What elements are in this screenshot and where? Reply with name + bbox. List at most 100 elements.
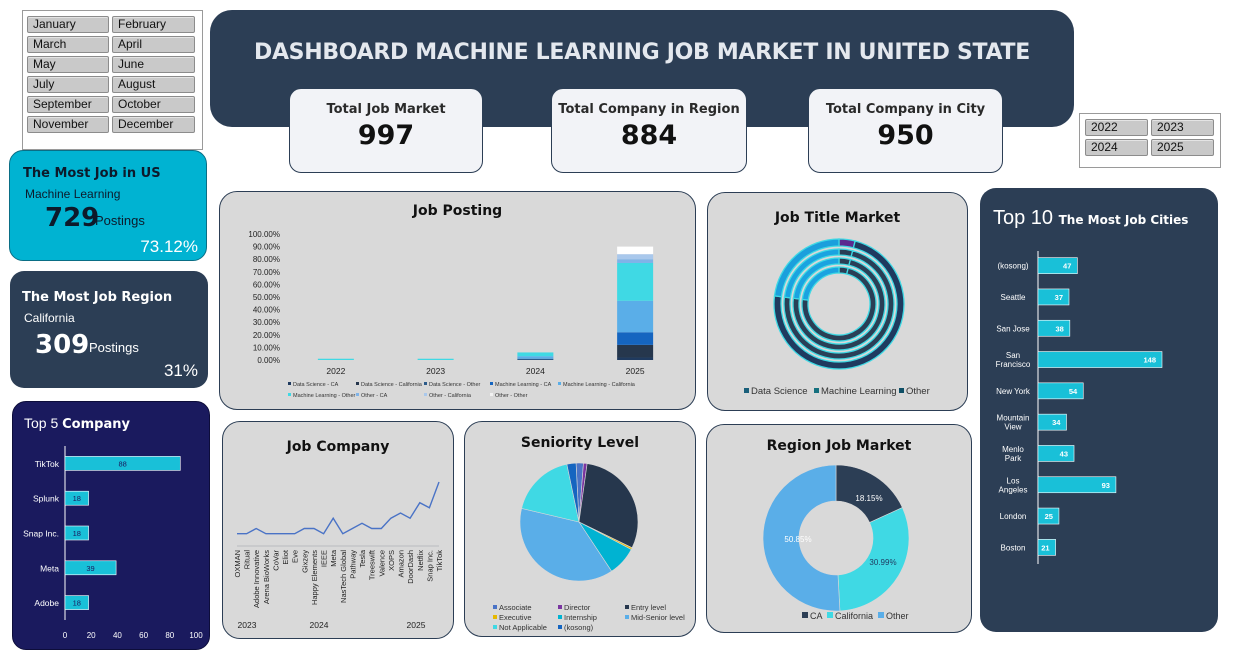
- legend-label: CA: [810, 611, 823, 621]
- category-label: Adobe: [34, 598, 59, 608]
- legend-label: Machine Learning - CA: [495, 382, 552, 388]
- year-option-2022[interactable]: 2022: [1085, 119, 1148, 136]
- legend-label: Machine Learning: [821, 386, 897, 397]
- card-title: The Most Job in US: [23, 166, 161, 181]
- bar-segment-other-california: [617, 254, 654, 260]
- category-label: Snap Inc.: [23, 529, 59, 539]
- kpi-total-job-market: Total Job Market 997: [289, 88, 483, 173]
- legend-label: Data Science - CA: [293, 382, 339, 388]
- legend-swatch: [878, 612, 884, 618]
- x-tick-label: TikTok: [435, 550, 444, 572]
- region-market-chart: 18.15% 30.99% 50.85% CA California Other: [762, 464, 910, 621]
- card-unit: Postings: [89, 340, 139, 355]
- month-option-march[interactable]: March: [27, 36, 109, 53]
- x-tick-label: XOPS: [387, 550, 396, 571]
- x-tick-label: Treeswift: [368, 549, 377, 580]
- x-tick-label: Happy Elements: [310, 550, 319, 605]
- legend-swatch: [288, 382, 291, 385]
- job-title-market-chart: Data Science Machine Learning Other: [744, 238, 930, 397]
- month-option-june[interactable]: June: [112, 56, 195, 73]
- x-tick-label: 60: [139, 631, 148, 640]
- kpi-company-city: Total Company in City 950: [808, 88, 1003, 173]
- category-label: Seattle: [1001, 293, 1026, 302]
- x-group-label: 2023: [238, 620, 257, 630]
- x-tick-label: 100: [189, 631, 203, 640]
- year-option-2024[interactable]: 2024: [1085, 139, 1148, 156]
- card-unit: Postings: [95, 213, 145, 228]
- data-label: 34: [1052, 418, 1061, 427]
- bar-segment-machine-learning-california: [517, 356, 554, 359]
- x-tick-label: NasTech Global: [339, 550, 348, 603]
- y-tick-label: 80.00%: [253, 255, 280, 264]
- bar-segment-data-science-california: [617, 344, 654, 358]
- x-tick-label: 2024: [526, 366, 545, 376]
- bar-segment-data-science-ca: [617, 357, 654, 360]
- month-option-november[interactable]: November: [27, 116, 109, 133]
- job-company-panel: Job Company OXMAN Ritual Adobe Innovative A…: [222, 421, 454, 639]
- bar-segment-machine-learning-ca: [617, 332, 654, 345]
- y-tick-label: 90.00%: [253, 243, 280, 252]
- month-option-february[interactable]: February: [112, 16, 195, 33]
- data-label: 50.85%: [784, 535, 811, 544]
- bar-seattle: [1037, 288, 1070, 306]
- data-label: 18: [73, 599, 81, 608]
- top5-company-panel: Top 5 Company TikTok 88 Splunk 18 Snap Inc. 1…: [12, 401, 210, 650]
- data-label: 25: [1045, 512, 1053, 521]
- bar-segment-machine-learning-other: [517, 352, 554, 357]
- x-tick-label: 2025: [626, 366, 645, 376]
- top10-cities-chart: 47 (kosong) 37 Seattle 38 San Jose 148 SanFranc…: [996, 251, 1163, 564]
- x-tick-label: IEEE: [320, 550, 329, 567]
- month-option-october[interactable]: October: [112, 96, 195, 113]
- legend-swatch: [558, 605, 562, 609]
- year-option-2023[interactable]: 2023: [1151, 119, 1214, 136]
- data-label: 37: [1055, 293, 1063, 302]
- legend-label: Data Science - Other: [429, 382, 481, 388]
- legend-label: Machine Learning - Other: [293, 393, 356, 399]
- month-option-january[interactable]: January: [27, 16, 109, 33]
- kpi-value: 884: [620, 120, 678, 151]
- x-tick-label: OXMAN: [233, 550, 242, 578]
- legend-swatch: [558, 615, 562, 619]
- legend-swatch: [288, 393, 291, 396]
- job-company-chart: OXMAN Ritual Adobe Innovative Arena BioWork…: [233, 481, 444, 630]
- legend-swatch: [490, 382, 493, 385]
- category-label: (kosong): [997, 262, 1028, 271]
- legend-label: Other - California: [429, 393, 472, 399]
- x-tick-label: Ritual: [243, 550, 252, 570]
- category-label: Menlo: [1002, 445, 1024, 454]
- month-option-july[interactable]: July: [27, 76, 109, 93]
- line-series: [237, 481, 440, 535]
- bar-segment-machine-learning-other: [417, 358, 454, 360]
- dashboard-title: DASHBOARD MACHINE LEARNING JOB MARKET IN…: [253, 40, 1030, 65]
- y-tick-label: 30.00%: [253, 318, 280, 327]
- legend-label: Mid-Senior level: [631, 613, 685, 622]
- x-tick-label: 80: [165, 631, 174, 640]
- ring-segment-data-science: [838, 238, 856, 249]
- legend-swatch: [814, 388, 819, 393]
- category-label: TikTok: [35, 459, 60, 469]
- bar-segment-other-ca: [617, 259, 654, 263]
- x-tick-label: 40: [113, 631, 122, 640]
- x-tick-label: 2023: [426, 366, 445, 376]
- legend-swatch: [625, 615, 629, 619]
- x-tick-label: CoVar: [271, 549, 280, 570]
- seniority-panel: Seniority Level Associate Director Entry l…: [464, 421, 696, 637]
- category-label: Meta: [40, 563, 59, 573]
- year-option-2025[interactable]: 2025: [1151, 139, 1214, 156]
- month-option-may[interactable]: May: [27, 56, 109, 73]
- category-label: Park: [1005, 454, 1022, 463]
- month-option-august[interactable]: August: [112, 76, 195, 93]
- month-option-december[interactable]: December: [112, 116, 195, 133]
- legend-label: Director: [564, 603, 591, 612]
- data-label: 88: [118, 459, 126, 468]
- bar-segment-machine-learning-other: [317, 358, 354, 360]
- y-tick-label: 0.00%: [257, 356, 280, 365]
- card-percent: 31%: [163, 361, 198, 380]
- data-label: 43: [1060, 449, 1068, 458]
- legend-label: Data Science - California: [361, 382, 423, 388]
- month-option-september[interactable]: September: [27, 96, 109, 113]
- x-tick-label: Amazon: [397, 550, 406, 578]
- kpi-company-region: Total Company in Region 884: [551, 88, 747, 173]
- bar-kosong: [1037, 257, 1078, 274]
- month-option-april[interactable]: April: [112, 36, 195, 53]
